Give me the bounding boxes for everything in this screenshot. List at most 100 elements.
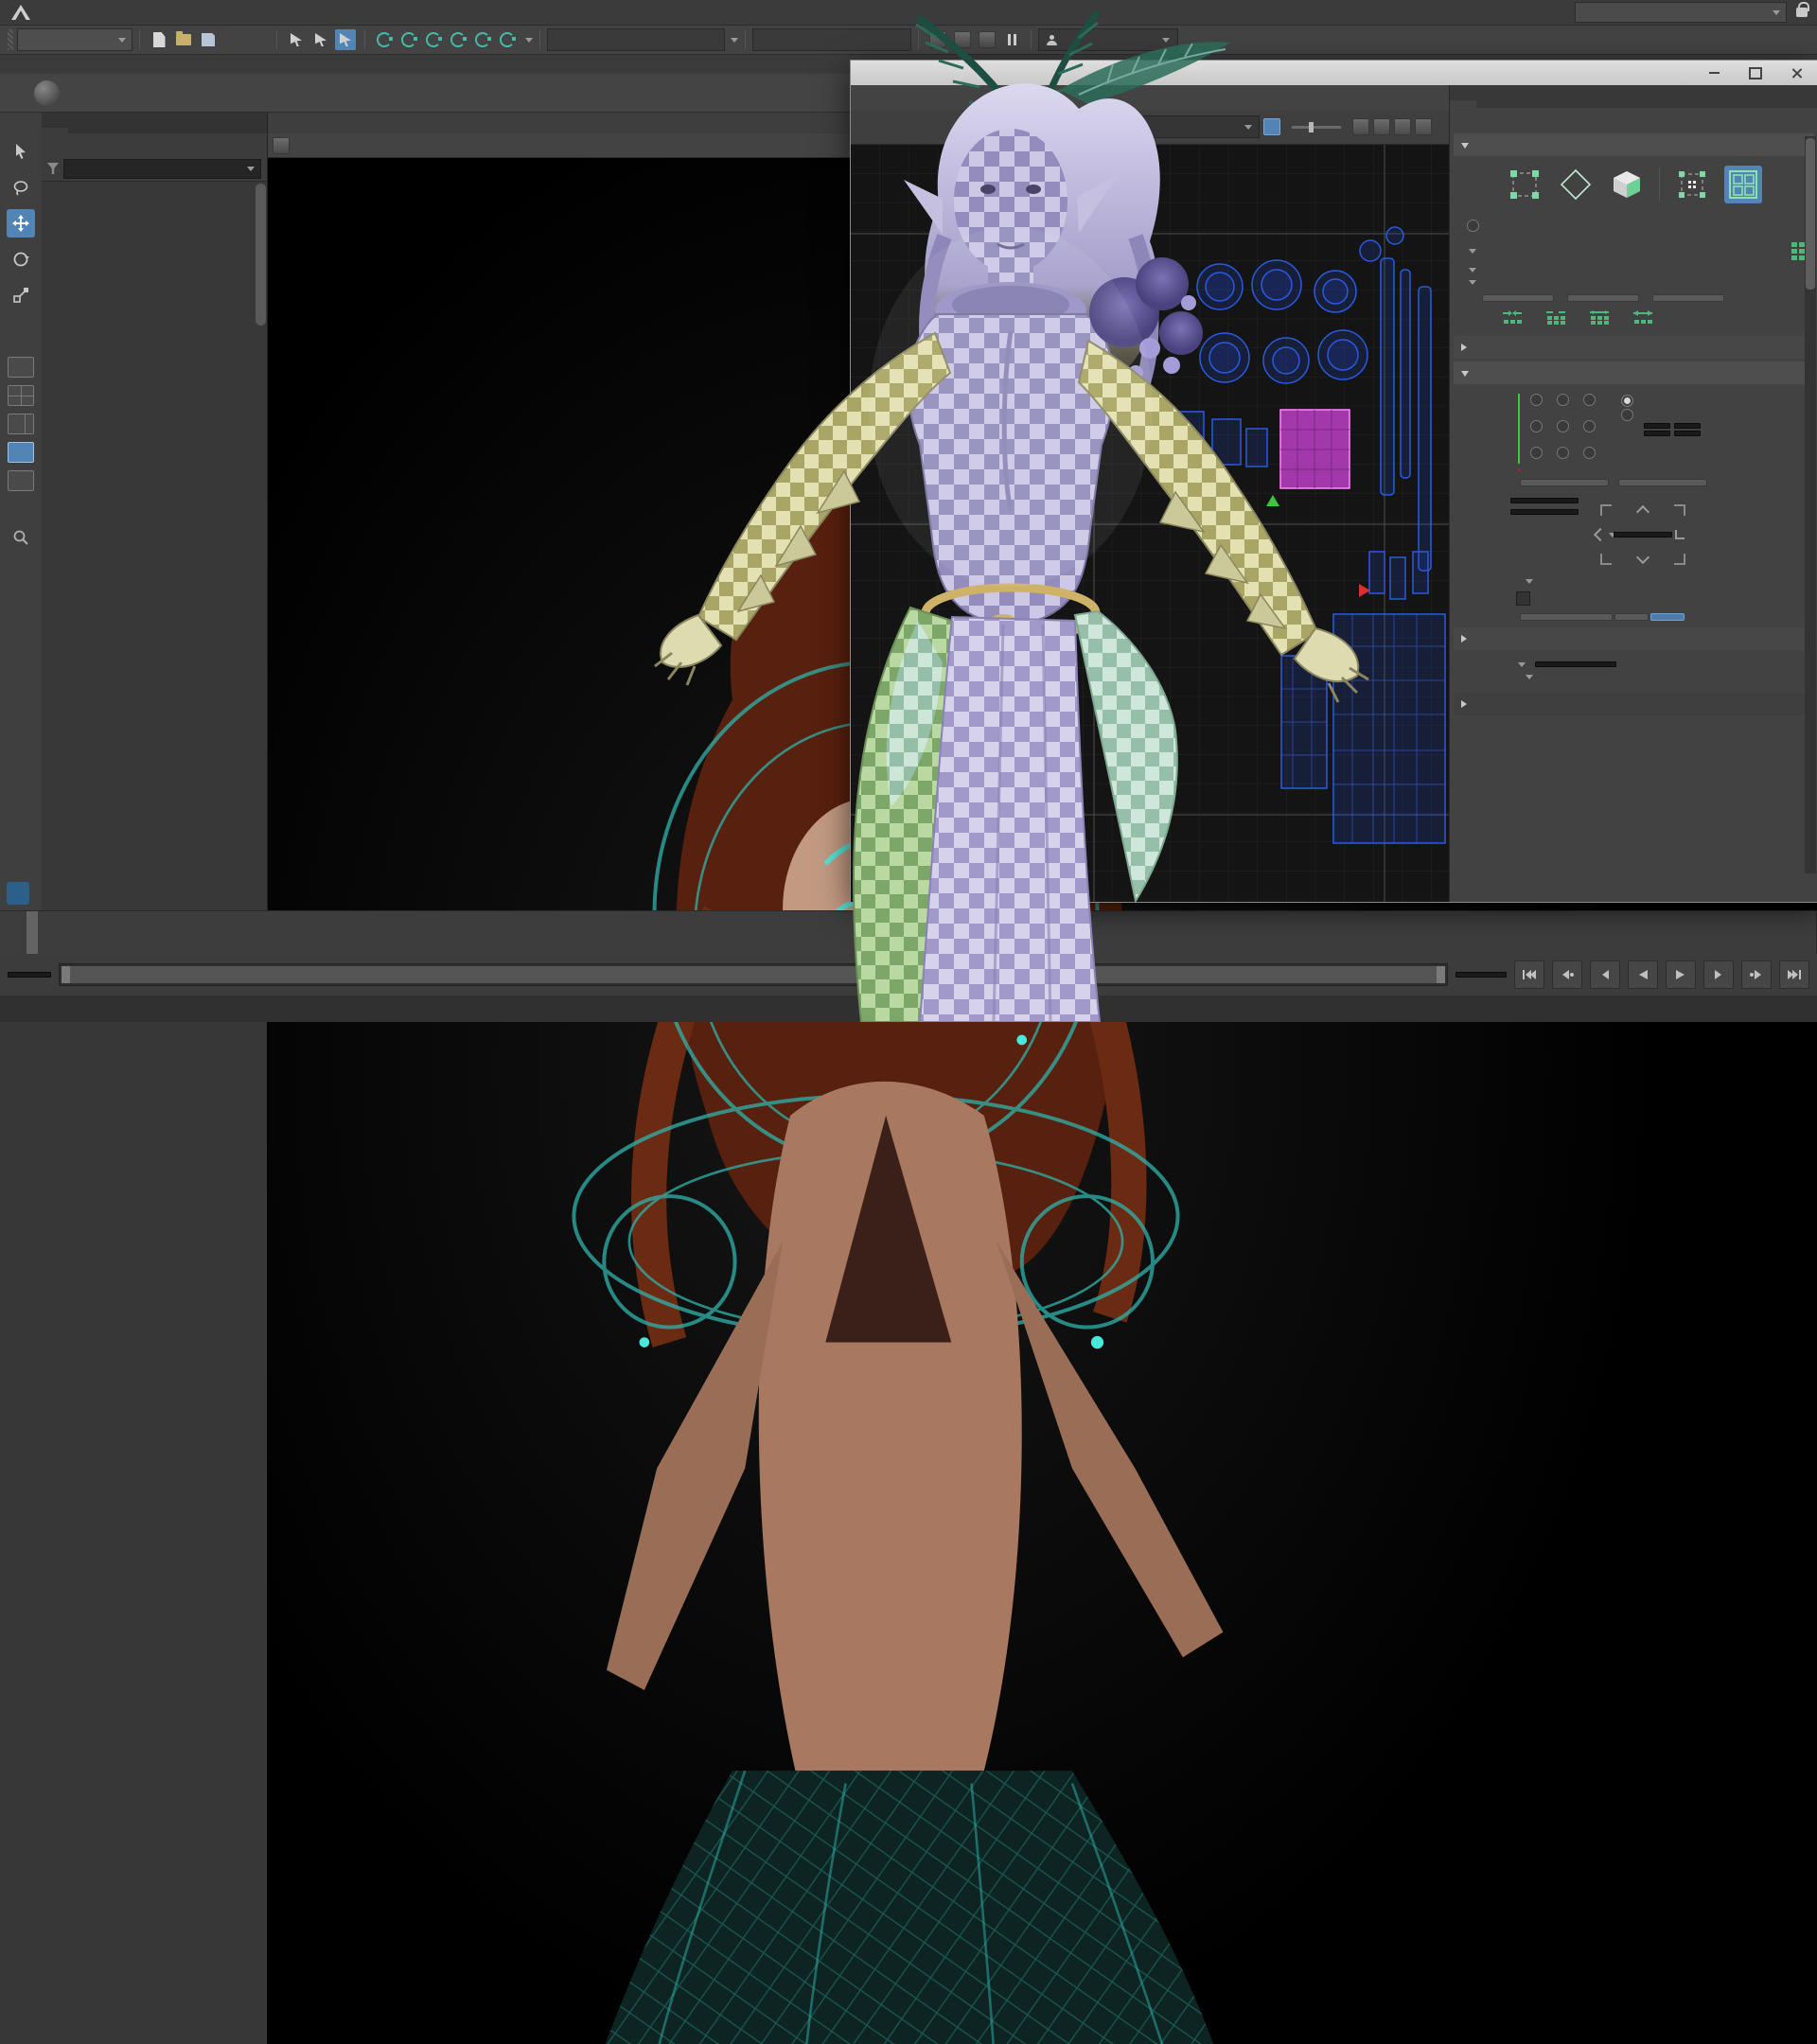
step-forward-frame-button[interactable] — [1703, 960, 1734, 989]
make-live-button[interactable] — [497, 29, 518, 50]
move-up-icon[interactable] — [1636, 505, 1649, 519]
shade-uvs-icon[interactable] — [1394, 118, 1411, 135]
step-back-frame-button[interactable] — [1590, 960, 1620, 989]
shelf-tool-icon[interactable] — [34, 80, 60, 106]
current-frame-field[interactable] — [1455, 972, 1507, 978]
selection-section-header[interactable] — [1454, 133, 1814, 156]
lock-icon[interactable] — [1796, 8, 1808, 17]
menu-item[interactable] — [290, 0, 310, 25]
select-by-hierarchy-button[interactable] — [286, 29, 307, 50]
move-down-right-icon[interactable] — [1674, 554, 1685, 565]
snap-to-view-plane-button[interactable] — [472, 29, 493, 50]
mel-script-button[interactable] — [7, 882, 29, 905]
align-shells-u-icon[interactable] — [1501, 309, 1524, 327]
uv-editor-titlebar[interactable] — [851, 61, 1817, 85]
texture-display-icon[interactable] — [1038, 118, 1055, 135]
uv-area-v-min-field[interactable] — [1644, 431, 1670, 436]
snap-to-projected-center-button[interactable] — [448, 29, 468, 50]
uv-distortion-icon[interactable] — [1415, 118, 1432, 135]
collapsed-section-header[interactable] — [1454, 336, 1814, 359]
move-down-icon[interactable] — [1636, 551, 1649, 564]
redo-button[interactable] — [247, 29, 268, 50]
outliner-scrollbar[interactable] — [256, 184, 266, 326]
menu-item[interactable] — [269, 0, 290, 25]
select-by-object-button[interactable] — [310, 29, 331, 50]
move-down-left-icon[interactable] — [1600, 554, 1612, 565]
image-ratio-icon[interactable] — [1263, 118, 1280, 135]
move-left-icon[interactable] — [1594, 528, 1607, 541]
rotate-tool-icon[interactable] — [7, 245, 35, 273]
edge-selection-icon[interactable] — [1557, 166, 1595, 203]
pause-viewport-button[interactable] — [1001, 29, 1022, 50]
save-scene-button[interactable] — [198, 29, 219, 50]
selection-mode-radio[interactable] — [1454, 217, 1814, 235]
move-v-field[interactable] — [1510, 509, 1579, 515]
single-pane-layout-button[interactable] — [8, 357, 34, 378]
step-forward-key-button[interactable] — [1741, 960, 1772, 989]
checker-display-icon[interactable] — [1017, 118, 1034, 135]
texture-name-dropdown[interactable] — [1059, 115, 1260, 138]
lasso-tool-icon[interactable] — [7, 173, 35, 202]
distribute-button[interactable] — [1520, 613, 1613, 621]
rotate-angle-field[interactable] — [1535, 661, 1616, 667]
go-to-start-button[interactable] — [1514, 960, 1544, 989]
snap-to-grid-button[interactable] — [374, 29, 395, 50]
face-selection-icon[interactable] — [1608, 166, 1646, 203]
outliner-row[interactable] — [42, 184, 267, 203]
clear-selection-button[interactable] — [1567, 294, 1639, 302]
menu-item[interactable] — [144, 0, 165, 25]
menu-item[interactable] — [123, 0, 144, 25]
transform-section-header[interactable] — [1454, 361, 1814, 384]
select-all-button[interactable] — [1482, 294, 1554, 302]
render-settings-button[interactable] — [977, 29, 997, 50]
range-slider[interactable] — [59, 963, 1448, 986]
menu-item[interactable] — [40, 0, 61, 25]
outliner-search-input[interactable] — [63, 159, 261, 179]
snap-to-curve-button[interactable] — [398, 29, 419, 50]
distribute-u-button[interactable] — [1614, 613, 1649, 621]
chevron-down-icon[interactable] — [1526, 579, 1533, 584]
uv-toolkit-scrollbar[interactable] — [1805, 136, 1816, 873]
pivot-uv-area-radio[interactable] — [1621, 408, 1805, 422]
minimize-button[interactable] — [1693, 61, 1735, 85]
pivot-selection-radio[interactable] — [1621, 394, 1805, 408]
distribute-shells-icon[interactable] — [1588, 309, 1611, 327]
uv-persp-layout-button[interactable] — [8, 442, 34, 463]
grid-toggle-icon[interactable] — [1352, 118, 1369, 135]
render-button[interactable] — [927, 29, 948, 50]
symmetry-field[interactable] — [752, 28, 911, 51]
tools-section-header[interactable] — [1454, 627, 1814, 650]
viewport-toolbar-icon[interactable] — [273, 137, 290, 154]
pivot-position-grid[interactable] — [1530, 394, 1608, 471]
uv-area-u-min-field[interactable] — [1644, 423, 1670, 429]
vertex-selection-icon[interactable] — [1506, 166, 1544, 203]
ipr-render-button[interactable] — [952, 29, 973, 50]
menu-item[interactable] — [248, 0, 269, 25]
symmetry-grid-icon[interactable] — [1791, 242, 1805, 260]
uv-sets-section-header[interactable] — [1454, 693, 1814, 715]
toolbar-grip[interactable] — [8, 29, 13, 50]
menu-item[interactable] — [81, 0, 102, 25]
select-by-component-button[interactable] — [335, 29, 356, 50]
play-forward-button[interactable] — [1666, 960, 1696, 989]
maximize-button[interactable] — [1735, 61, 1776, 85]
uv-area-u-max-field[interactable] — [1674, 423, 1701, 429]
scale-tool-icon[interactable] — [7, 281, 35, 309]
workspace-dropdown[interactable] — [1575, 2, 1787, 23]
align-shells-v-icon[interactable] — [1544, 309, 1567, 327]
spread-shells-icon[interactable] — [1632, 309, 1654, 327]
chevron-down-icon[interactable] — [1469, 280, 1476, 285]
uv-selection-icon[interactable] — [1673, 166, 1711, 203]
inverse-selection-button[interactable] — [1652, 294, 1724, 302]
two-pane-layout-button[interactable] — [8, 414, 34, 434]
select-tool-icon[interactable] — [7, 137, 35, 166]
new-scene-button[interactable] — [149, 29, 169, 50]
open-scene-button[interactable] — [173, 29, 194, 50]
menu-item[interactable] — [206, 0, 227, 25]
step-back-key-button[interactable] — [1552, 960, 1582, 989]
menu-set-dropdown[interactable] — [17, 28, 132, 51]
play-backwards-button[interactable] — [1628, 960, 1658, 989]
account-menu[interactable] — [1038, 28, 1178, 51]
uv-canvas[interactable] — [851, 145, 1449, 902]
pixel-snap-icon[interactable] — [1373, 118, 1390, 135]
